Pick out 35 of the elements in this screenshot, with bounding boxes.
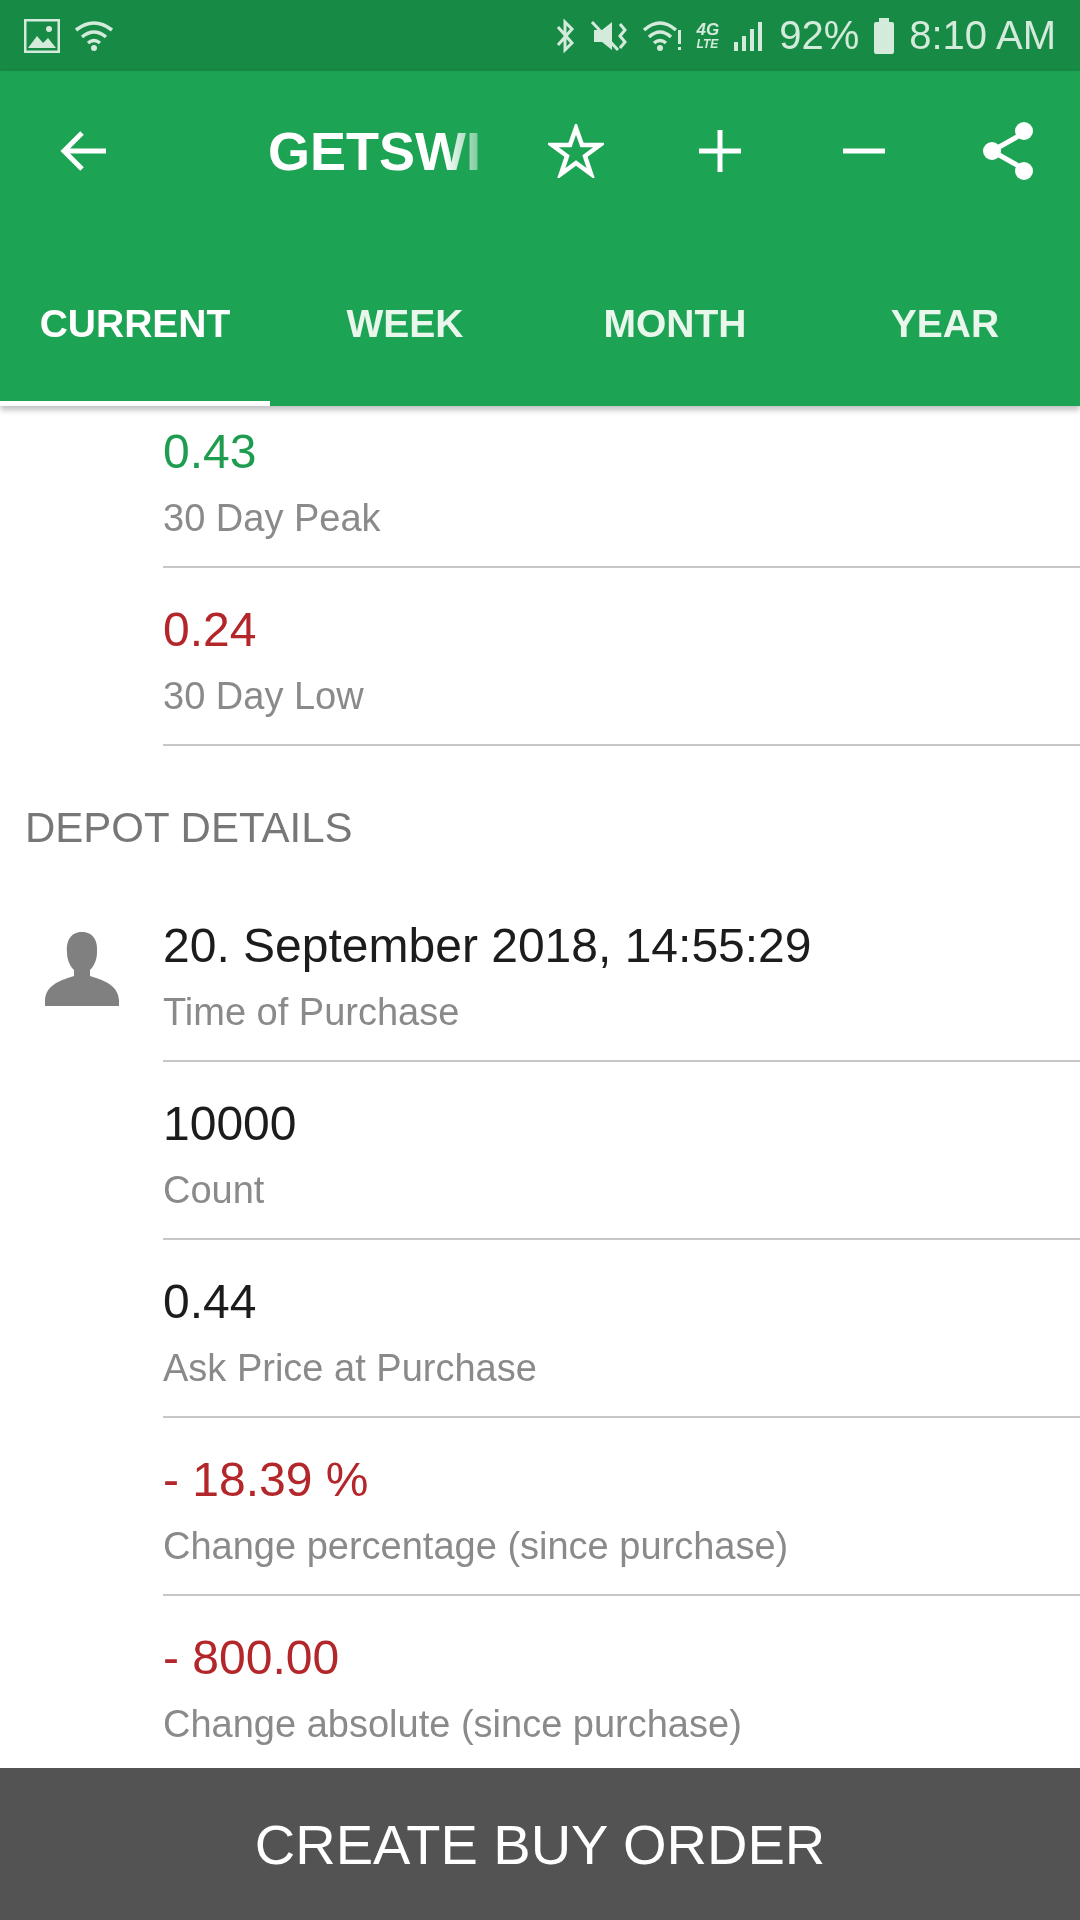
wifi-icon — [74, 19, 116, 52]
share-icon — [980, 121, 1036, 181]
clock: 8:10 AM — [909, 13, 1056, 58]
section-heading: DEPOT DETAILS — [24, 803, 354, 853]
bluetooth-icon — [554, 16, 577, 55]
value-text: 10000 — [163, 1096, 298, 1152]
value-text: - 800.00 — [163, 1630, 341, 1686]
back-arrow-icon — [60, 129, 108, 173]
field-label: 30 Day Low — [163, 674, 365, 719]
wifi-icon — [642, 19, 683, 52]
field-label: Time of Purchase — [163, 990, 461, 1035]
toolbar-title: GETSWI — [268, 120, 482, 182]
value-text: 0.44 — [163, 1274, 258, 1330]
create-buy-order-button[interactable]: CREATE BUY ORDER — [0, 1768, 1080, 1920]
field-label: Ask Price at Purchase — [163, 1346, 538, 1391]
minus-icon — [841, 148, 887, 154]
tab[interactable]: MONTH — [540, 231, 810, 406]
tab[interactable]: CURRENT — [0, 231, 270, 406]
field-label: Change absolute (since purchase) — [163, 1702, 743, 1747]
value-text: 0.43 — [163, 424, 258, 480]
value-text: 20. September 2018, 14:55:29 — [163, 918, 813, 974]
battery-percentage: 92% — [779, 13, 860, 58]
value-text: - 18.39 % — [163, 1452, 370, 1508]
battery-icon — [873, 17, 896, 54]
plus-icon — [697, 128, 743, 174]
tab[interactable]: WEEK — [270, 231, 540, 406]
field-label: Change percentage (since purchase) — [163, 1524, 790, 1569]
value-text: 0.24 — [163, 602, 258, 658]
tab[interactable]: YEAR — [810, 231, 1080, 406]
network-label: LTE — [696, 38, 720, 50]
field-label: Count — [163, 1168, 266, 1213]
star-icon — [548, 124, 604, 178]
image-icon — [24, 18, 60, 53]
field-label: 30 Day Peak — [163, 496, 382, 541]
network-label: 4G — [696, 21, 720, 38]
